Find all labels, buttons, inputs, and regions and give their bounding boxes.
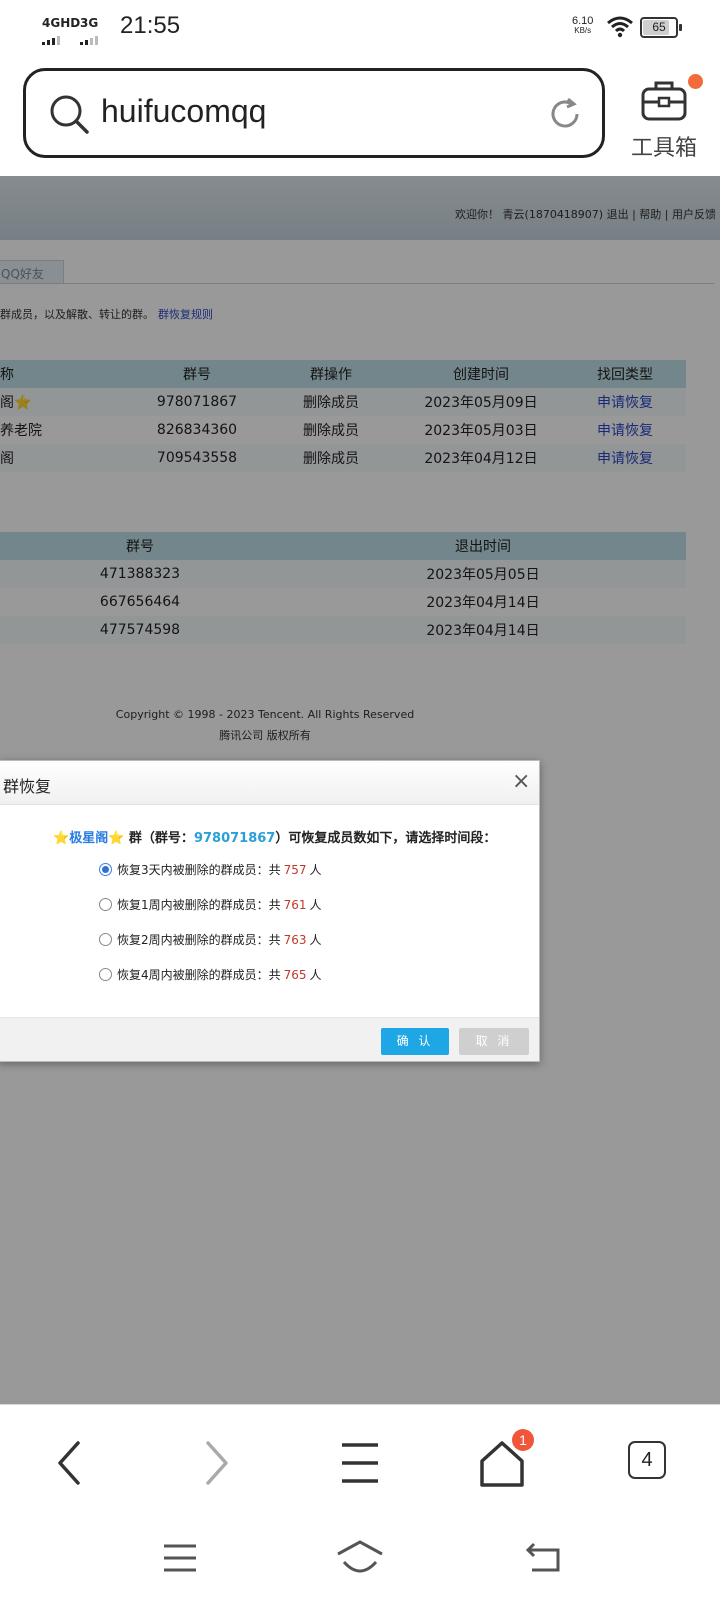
question-suffix: ）可恢复成员数如下，请选择时间段： — [275, 831, 497, 846]
radio-button[interactable] — [99, 968, 112, 981]
wifi-icon — [606, 16, 634, 42]
option-2-weeks[interactable]: 恢复2周内被删除的群成员：共 763 人 — [99, 931, 322, 948]
dialog-title: 群恢复 — [3, 777, 52, 796]
home-badge: 1 — [512, 1429, 534, 1451]
battery-icon: 65 — [640, 17, 682, 38]
dialog-question: ⭐极星阁⭐ 群（群号：978071867）可恢复成员数如下，请选择时间段： — [53, 827, 496, 846]
net-speed: 6.10 KB/s — [572, 16, 593, 36]
close-icon[interactable]: × — [512, 769, 530, 794]
star-icon: ⭐ — [53, 831, 70, 846]
system-back-icon[interactable] — [524, 1540, 564, 1580]
browser-header: huifucomqq 工具箱 — [0, 56, 720, 176]
clock: 21:55 — [120, 12, 181, 39]
option-3-days[interactable]: 恢复3天内被删除的群成员：共 757 人 — [99, 861, 322, 878]
search-icon — [48, 93, 92, 141]
group-recovery-dialog: 群恢复 × ⭐极星阁⭐ 群（群号：978071867）可恢复成员数如下，请选择时… — [0, 760, 540, 1062]
notification-dot — [688, 74, 703, 89]
star-icon: ⭐ — [108, 831, 125, 846]
sim2-signal: 3G — [80, 16, 100, 45]
toolbox-label: 工具箱 — [630, 136, 697, 161]
menu-icon[interactable] — [330, 1433, 390, 1493]
battery-level: 65 — [652, 20, 666, 34]
option-1-week[interactable]: 恢复1周内被删除的群成员：共 761 人 — [99, 896, 322, 913]
member-count: 761 — [283, 898, 307, 912]
sim1-label: 4GHD — [42, 16, 81, 30]
cancel-button[interactable]: 取 消 — [459, 1028, 529, 1055]
signal-bars-icon — [42, 31, 80, 45]
address-text[interactable]: huifucomqq — [101, 93, 266, 130]
signal-bars-icon — [80, 31, 100, 45]
forward-icon[interactable] — [184, 1433, 244, 1493]
toolbox-button[interactable]: 工具箱 — [628, 74, 704, 164]
confirm-button[interactable]: 确 认 — [381, 1028, 449, 1055]
sim2-label: 3G — [80, 16, 99, 30]
question-prefix: 群（群号： — [128, 831, 194, 846]
back-icon[interactable] — [42, 1433, 102, 1493]
sim1-signal: 4GHD — [42, 16, 81, 45]
radio-button[interactable] — [99, 898, 112, 911]
option-4-weeks[interactable]: 恢复4周内被删除的群成员：共 765 人 — [99, 966, 322, 983]
status-bar: 4GHD 3G 21:55 6.10 KB/s 65 — [0, 0, 720, 56]
system-navigation — [0, 1516, 720, 1600]
tabs-button[interactable]: 4 — [628, 1441, 666, 1479]
net-speed-unit: KB/s — [574, 26, 592, 35]
toolbox-icon — [640, 78, 688, 126]
group-name: 极星阁 — [69, 831, 109, 846]
system-home-icon[interactable] — [334, 1538, 386, 1580]
member-count: 765 — [283, 968, 307, 982]
dialog-header: 群恢复 × — [0, 761, 539, 805]
member-count: 757 — [283, 863, 307, 877]
browser-bottom-bar: 1 4 — [0, 1404, 720, 1516]
group-number: 978071867 — [193, 831, 276, 846]
dialog-footer: 确 认 取 消 — [0, 1017, 539, 1061]
reload-icon[interactable] — [546, 95, 584, 137]
address-bar[interactable]: huifucomqq — [23, 68, 605, 158]
radio-button[interactable] — [99, 863, 112, 876]
radio-button[interactable] — [99, 933, 112, 946]
member-count: 763 — [283, 933, 307, 947]
recents-icon[interactable] — [160, 1542, 200, 1578]
